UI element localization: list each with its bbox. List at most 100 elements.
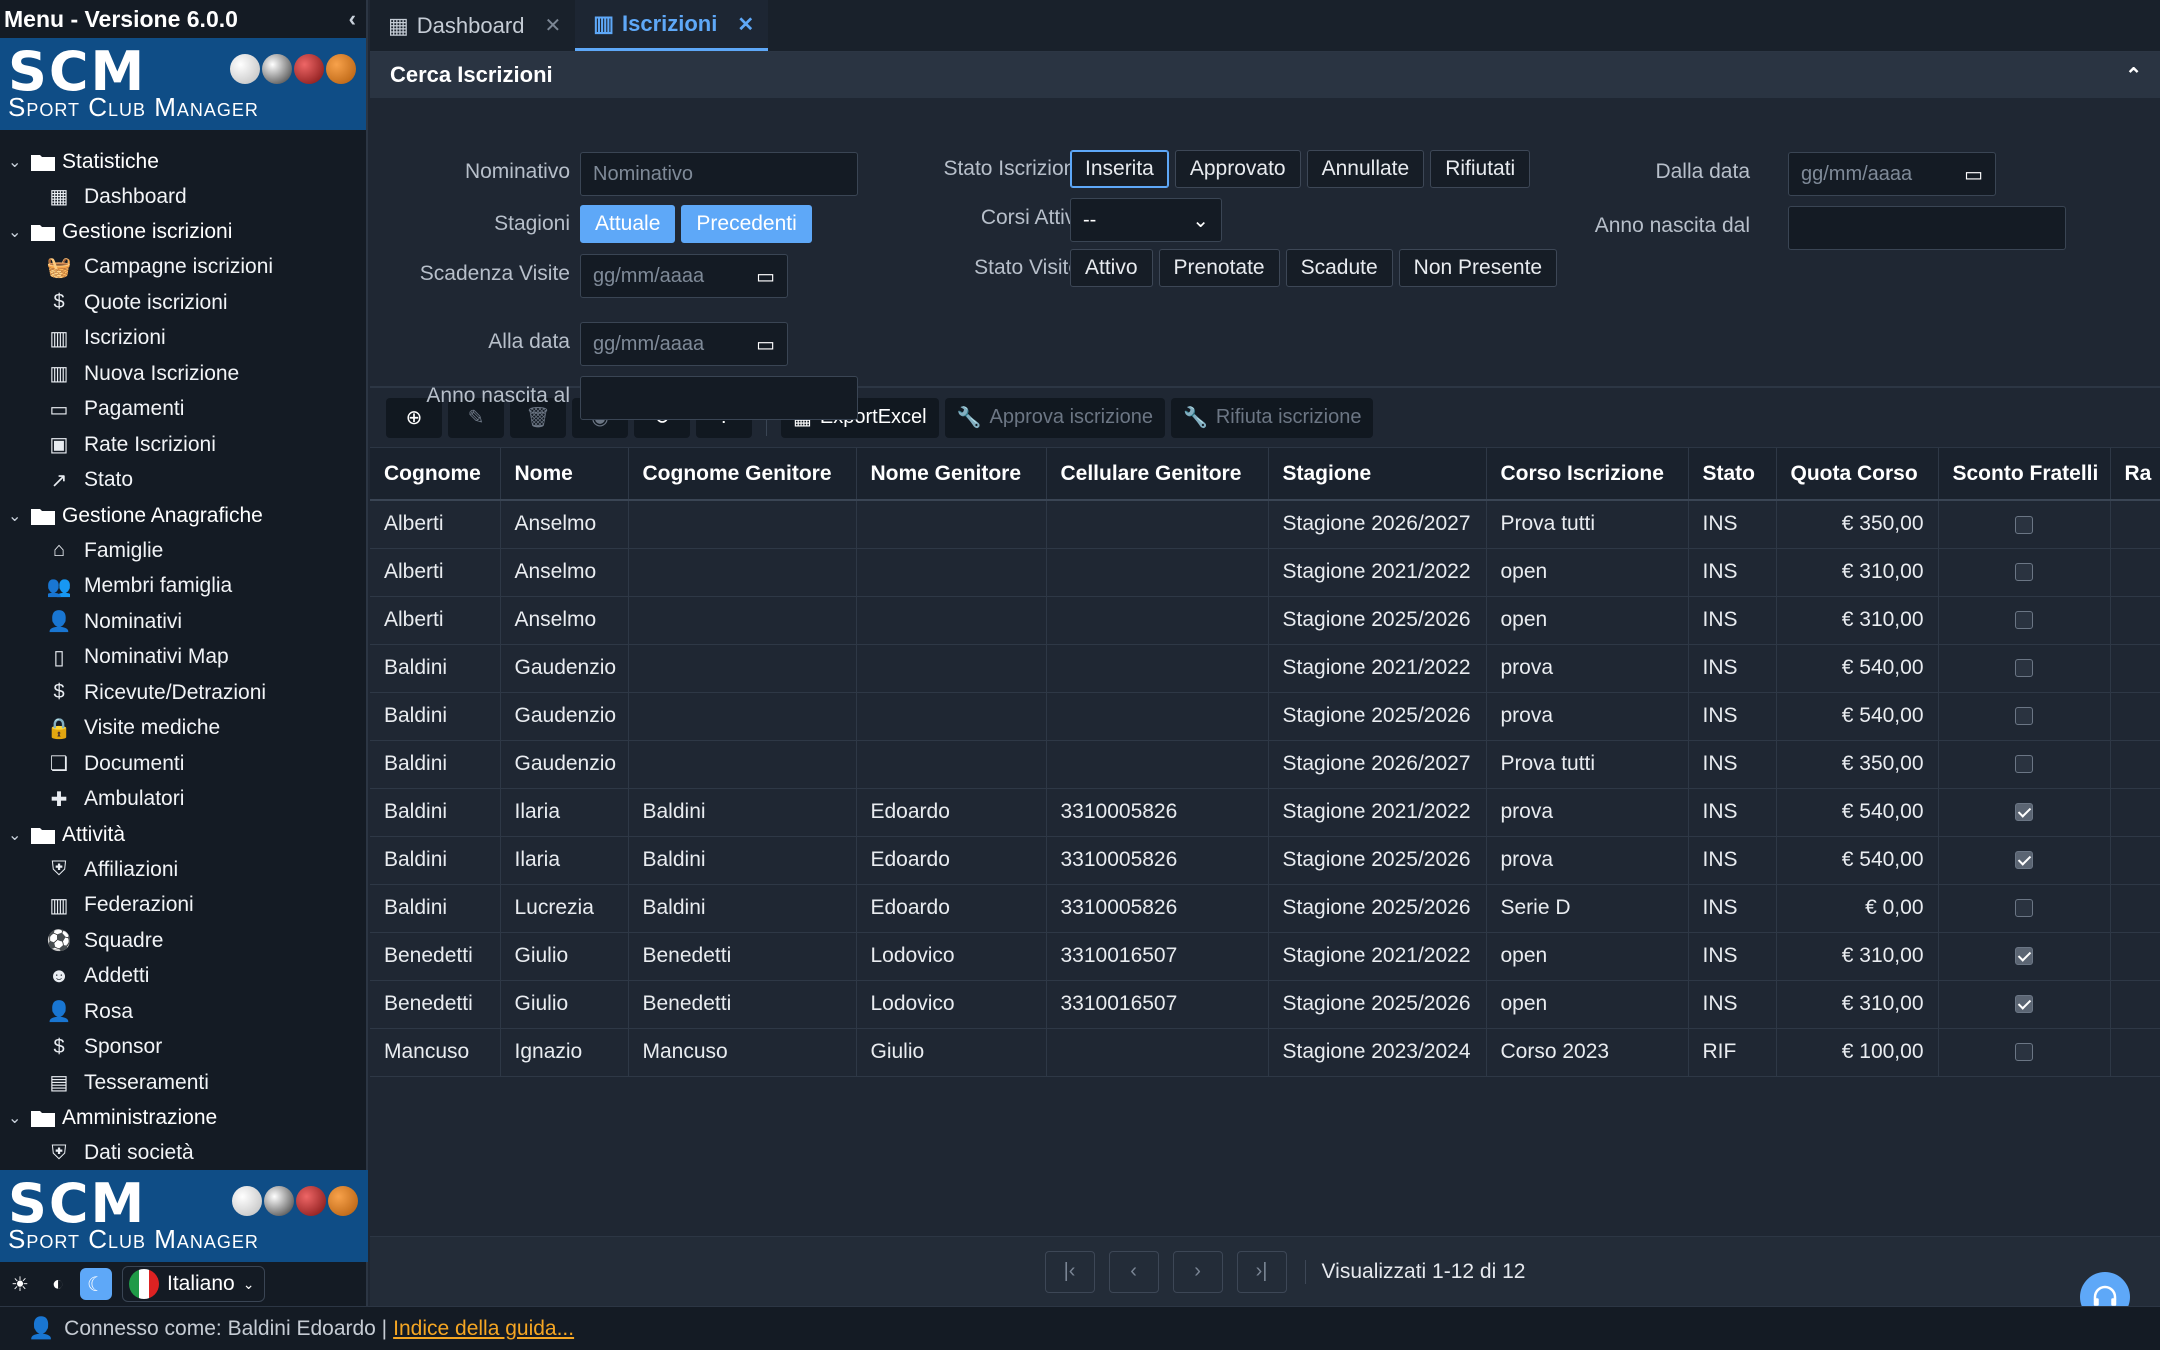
sidebar-item[interactable]: 🧺 Campagne iscrizioni	[0, 250, 366, 286]
visite-prenotate-button[interactable]: Prenotate	[1158, 249, 1280, 287]
calendar-icon[interactable]: ▭	[756, 264, 775, 289]
column-header[interactable]: Cognome	[370, 448, 501, 501]
anno-nascita-al-input[interactable]	[580, 376, 858, 420]
column-header[interactable]: Stagione	[1268, 448, 1487, 501]
table-row[interactable]: Mancuso Ignazio Mancuso Giulio Stagione 2023…	[370, 1028, 2160, 1077]
sidebar-item[interactable]: ▤ Tesseramenti	[0, 1065, 366, 1101]
last-page-icon[interactable]: ›|	[1236, 1250, 1287, 1293]
sidebar-item[interactable]: ⌂ Famiglie	[0, 533, 366, 569]
stato-inserita-button[interactable]: Inserita	[1070, 150, 1169, 188]
table-cell	[1046, 644, 1269, 693]
sidebar-group[interactable]: ⌄ Gestione iscrizioni	[0, 215, 366, 250]
visite-scadute-button[interactable]: Scadute	[1285, 249, 1393, 287]
sidebar-item[interactable]: ▦ Dashboard	[0, 179, 366, 215]
column-header[interactable]: Quota Corso	[1776, 448, 1939, 501]
dalla-data-date[interactable]: gg/mm/aaaa ▭	[1788, 152, 1996, 196]
sidebar-item[interactable]: ▥ Iscrizioni	[0, 321, 366, 357]
calendar-icon[interactable]: ▭	[1964, 162, 1983, 187]
sidebar-item[interactable]: ❏ Documenti	[0, 746, 366, 782]
collapse-sidebar-icon[interactable]: ‹	[349, 6, 356, 32]
sconto-fratelli-cell	[1938, 596, 2111, 645]
sidebar-item[interactable]: ▥ Nuova Iscrizione	[0, 356, 366, 392]
table-row[interactable]: Benedetti Giulio Benedetti Lodovico 33100165…	[370, 932, 2160, 981]
sidebar-item[interactable]: ▭ Pagamenti	[0, 392, 366, 428]
light-theme-icon[interactable]: ☀	[4, 1268, 36, 1300]
guide-link[interactable]: Indice della guida...	[393, 1317, 574, 1341]
users-icon: 👥	[46, 575, 72, 598]
language-selector[interactable]: Italiano ⌄	[122, 1266, 266, 1302]
sidebar-item[interactable]: ▣ Rate Iscrizioni	[0, 427, 366, 463]
column-header[interactable]: Sconto Fratelli	[1938, 448, 2111, 501]
sidebar-group[interactable]: ⌄ Gestione Anagrafiche	[0, 498, 366, 533]
contrast-theme-icon[interactable]: ◐	[42, 1268, 74, 1300]
sidebar-item[interactable]: $ Quote iscrizioni	[0, 285, 366, 321]
approva-iscrizione-button[interactable]: 🔧 Approva iscrizione	[944, 397, 1165, 438]
sidebar-group[interactable]: ⌄ Attività	[0, 817, 366, 852]
column-header[interactable]: Cellulare Genitore	[1046, 448, 1269, 501]
prev-page-icon[interactable]: ‹	[1108, 1250, 1159, 1293]
sidebar-item[interactable]: ⛨ Dati società	[0, 1136, 366, 1171]
nominativo-input[interactable]: Nominativo	[580, 152, 858, 196]
sidebar-item[interactable]: ✚ Ambulatori	[0, 782, 366, 818]
stagioni-attuale-button[interactable]: Attuale	[580, 205, 676, 243]
visite-attivo-button[interactable]: Attivo	[1070, 249, 1153, 287]
table-row[interactable]: Baldini Lucrezia Baldini Edoardo 3310005826 S…	[370, 884, 2160, 933]
column-header[interactable]: Corso Iscrizione	[1486, 448, 1689, 501]
sidebar-item[interactable]: ↗ Stato	[0, 463, 366, 499]
calendar-icon[interactable]: ▭	[756, 332, 775, 357]
sidebar-group[interactable]: ⌄ Amministrazione	[0, 1101, 366, 1136]
next-page-icon[interactable]: ›	[1172, 1250, 1223, 1293]
stato-rifiutati-button[interactable]: Rifiutati	[1430, 150, 1531, 188]
tab-iscrizioni[interactable]: ▥ Iscrizioni ✕	[575, 0, 769, 51]
scadenza-visite-label: Scadenza Visite	[419, 262, 570, 285]
column-header[interactable]: Nome Genitore	[856, 448, 1047, 501]
search-panel-header[interactable]: Cerca Iscrizioni ⌃	[370, 52, 2160, 98]
table-cell: Baldini	[628, 884, 857, 933]
visite-non-presente-button[interactable]: Non Presente	[1398, 249, 1558, 287]
stato-annullate-button[interactable]: Annullate	[1306, 150, 1425, 188]
alla-data-date[interactable]: gg/mm/aaaa ▭	[580, 322, 788, 366]
dark-theme-icon[interactable]: ☾	[80, 1268, 112, 1300]
stagioni-precedenti-button[interactable]: Precedenti	[681, 205, 812, 243]
table-row[interactable]: Baldini Gaudenzio Stagione 2025/2026 prova I…	[370, 692, 2160, 741]
table-row[interactable]: Baldini Gaudenzio Stagione 2026/2027 Prova …	[370, 740, 2160, 789]
sidebar-item[interactable]: ⛨ Affiliazioni	[0, 852, 366, 888]
sidebar-item[interactable]: $ Sponsor	[0, 1030, 366, 1066]
sidebar-item[interactable]: 🔒 Visite mediche	[0, 711, 366, 747]
sidebar-item[interactable]: ▯ Nominativi Map	[0, 640, 366, 676]
sidebar-item[interactable]: $ Ricevute/Detrazioni	[0, 675, 366, 711]
column-header[interactable]: Stato	[1688, 448, 1777, 501]
tab-dashboard[interactable]: ▦ Dashboard ✕	[370, 0, 575, 51]
first-page-icon[interactable]: |‹	[1044, 1250, 1095, 1293]
sidebar-item[interactable]: ▥ Federazioni	[0, 888, 366, 924]
sidebar-item[interactable]: ⚽ Squadre	[0, 923, 366, 959]
sidebar-item[interactable]: 👤 Nominativi	[0, 604, 366, 640]
table-row[interactable]: Baldini Ilaria Baldini Edoardo 3310005826 Sta…	[370, 788, 2160, 837]
sidebar-group[interactable]: ⌄ Statistiche	[0, 144, 366, 179]
table-row[interactable]: Benedetti Giulio Benedetti Lodovico 33100165…	[370, 980, 2160, 1029]
table-cell: € 0,00	[1776, 884, 1939, 933]
scadenza-visite-date[interactable]: gg/mm/aaaa ▭	[580, 254, 788, 298]
table-cell: Gaudenzio	[500, 692, 629, 741]
sidebar-item-label: Membri famiglia	[84, 574, 233, 598]
table-row[interactable]: Baldini Ilaria Baldini Edoardo 3310005826 Sta…	[370, 836, 2160, 885]
corsi-attivi-select[interactable]: -- ⌄	[1070, 198, 1222, 242]
table-row[interactable]: Alberti Anselmo Stagione 2026/2027 Prova tu…	[370, 500, 2160, 549]
column-header[interactable]: Ra	[2110, 448, 2160, 501]
home-icon: ⌂	[52, 539, 66, 562]
sidebar-item[interactable]: 👥 Membri famiglia	[0, 569, 366, 605]
close-icon[interactable]: ✕	[544, 13, 561, 38]
sidebar-item[interactable]: ☻ Addetti	[0, 959, 366, 995]
column-header[interactable]: Nome	[500, 448, 629, 501]
close-icon[interactable]: ✕	[737, 12, 754, 37]
sidebar-item[interactable]: 👤 Rosa	[0, 994, 366, 1030]
table-row[interactable]: Alberti Anselmo Stagione 2021/2022 open INS €…	[370, 548, 2160, 597]
chevron-up-icon[interactable]: ⌃	[2125, 63, 2142, 88]
column-header[interactable]: Cognome Genitore	[628, 448, 857, 501]
table-row[interactable]: Alberti Anselmo Stagione 2025/2026 open INS €…	[370, 596, 2160, 645]
sconto-fratelli-cell	[1938, 548, 2111, 597]
table-row[interactable]: Baldini Gaudenzio Stagione 2021/2022 prova I…	[370, 644, 2160, 693]
anno-nascita-dal-input[interactable]	[1788, 206, 2066, 250]
stato-approvato-button[interactable]: Approvato	[1174, 150, 1301, 188]
rifiuta-iscrizione-button[interactable]: 🔧 Rifiuta iscrizione	[1170, 397, 1374, 438]
